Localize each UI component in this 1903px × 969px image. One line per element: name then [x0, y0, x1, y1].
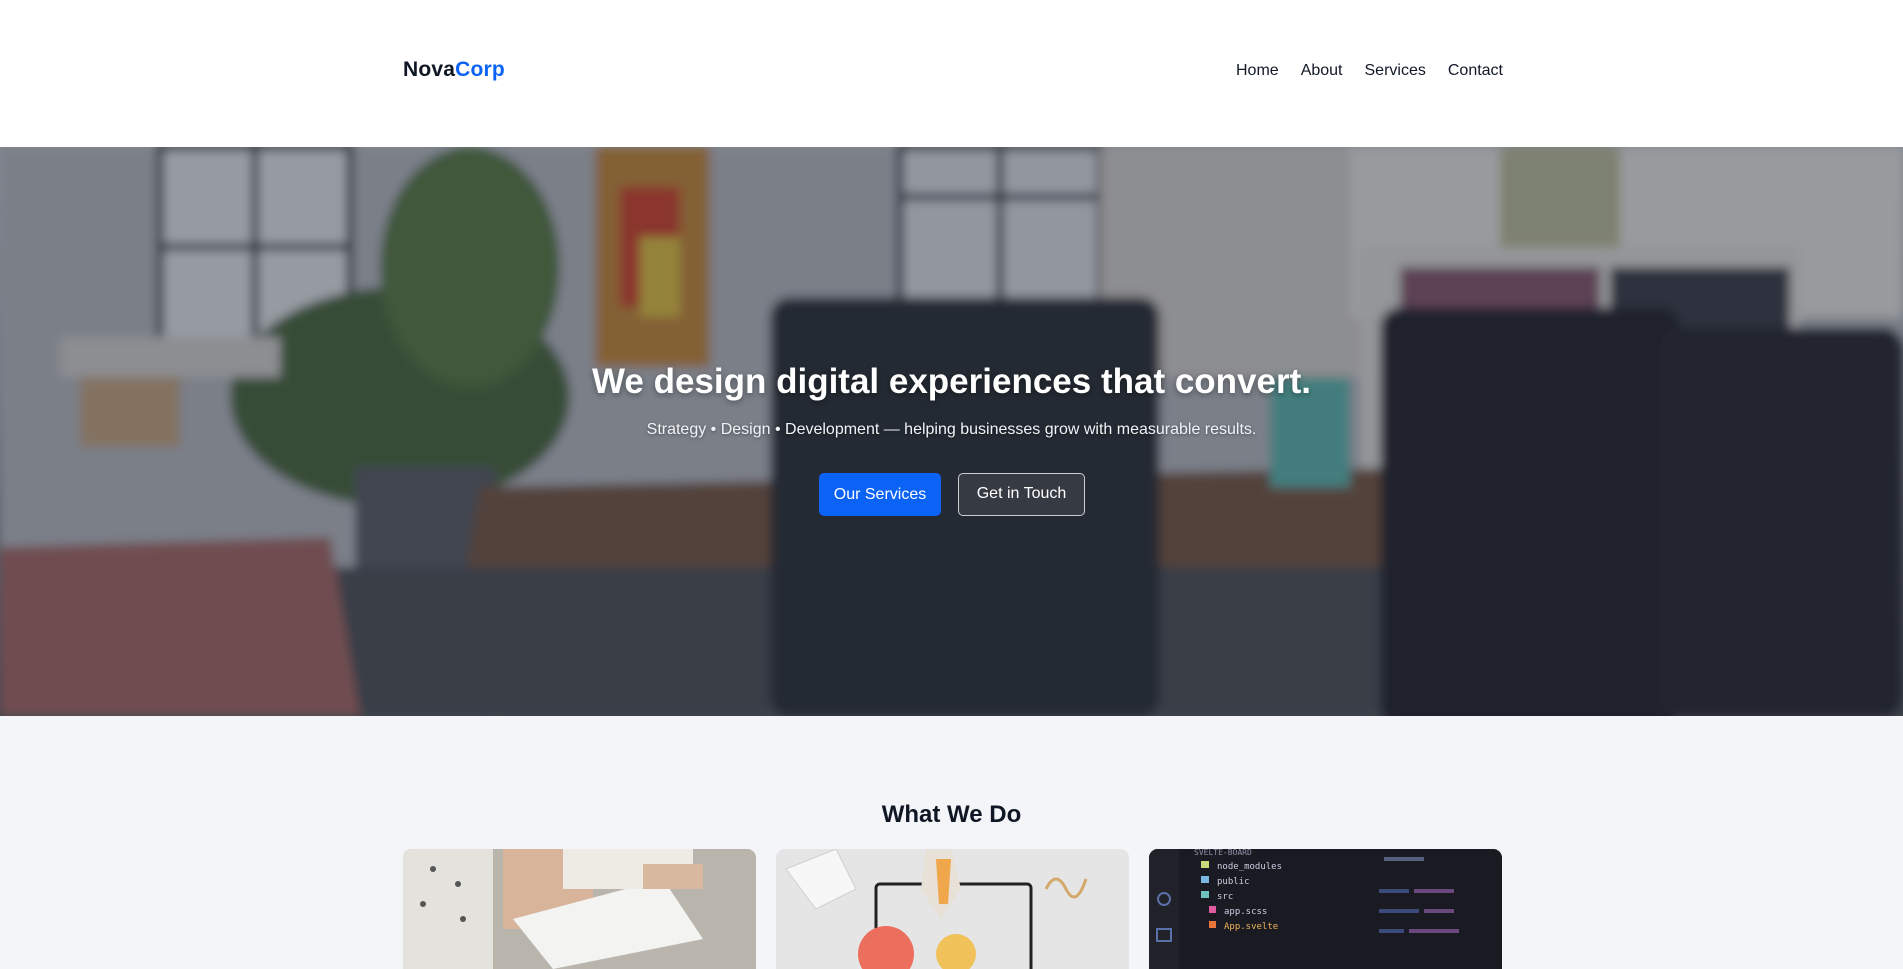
hero-content: We design digital experiences that conve… — [0, 147, 1903, 716]
file-node-modules: node_modules — [1217, 862, 1282, 872]
nav-contact-link[interactable]: Contact — [1448, 62, 1503, 80]
file-app-svelte: App.svelte — [1224, 922, 1278, 932]
logo-accent: Corp — [455, 58, 505, 81]
service-card-strategy[interactable] — [403, 849, 756, 969]
nav-about-link[interactable]: About — [1301, 62, 1343, 80]
nav-home-link[interactable]: Home — [1236, 62, 1279, 80]
file-public: public — [1217, 877, 1250, 887]
code-editor-photo: SVELTE-BOARD node_modules public src app… — [1149, 849, 1502, 969]
nav-services-link[interactable]: Services — [1365, 62, 1426, 80]
meeting-photo — [403, 849, 756, 969]
site-header: NovaCorp Home About Services Contact — [0, 0, 1903, 147]
our-services-button[interactable]: Our Services — [819, 473, 941, 516]
get-in-touch-button[interactable]: Get in Touch — [958, 473, 1085, 516]
hero-section: We design digital experiences that conve… — [0, 147, 1903, 716]
hero-subtitle: Strategy • Design • Development — helpin… — [646, 421, 1257, 438]
file-src: src — [1217, 892, 1233, 902]
section-title: What We Do — [881, 801, 1022, 828]
hero-title: We design digital experiences that conve… — [591, 362, 1311, 401]
logo[interactable]: NovaCorp — [403, 58, 505, 82]
service-card-design[interactable] — [776, 849, 1129, 969]
design-illustration — [776, 849, 1129, 969]
file-app-scss: app.scss — [1224, 907, 1267, 917]
logo-primary: Nova — [403, 58, 456, 81]
main-nav: Home About Services Contact — [1214, 62, 1503, 80]
code-header: SVELTE-BOARD — [1194, 849, 1252, 857]
service-card-development[interactable]: SVELTE-BOARD node_modules public src app… — [1149, 849, 1502, 969]
